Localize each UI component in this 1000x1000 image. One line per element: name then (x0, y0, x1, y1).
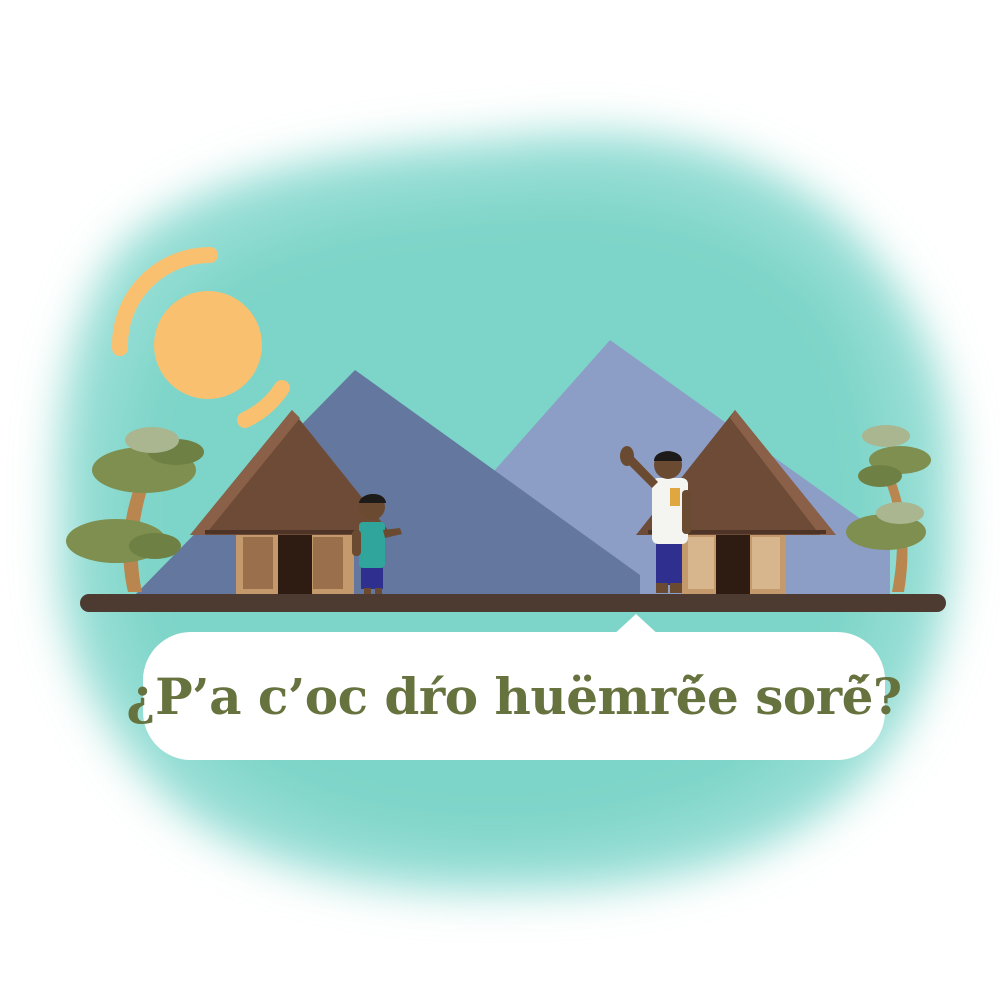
village-scene-illustration (58, 133, 952, 891)
speech-bubble: ¿P’a c’oc dŕo huëmrẽ́e sorẽ́? (126, 632, 902, 760)
ground-line (80, 594, 946, 612)
speech-bubble-text: ¿P’a c’oc dŕo huëmrẽ́e sorẽ́? (126, 666, 902, 726)
